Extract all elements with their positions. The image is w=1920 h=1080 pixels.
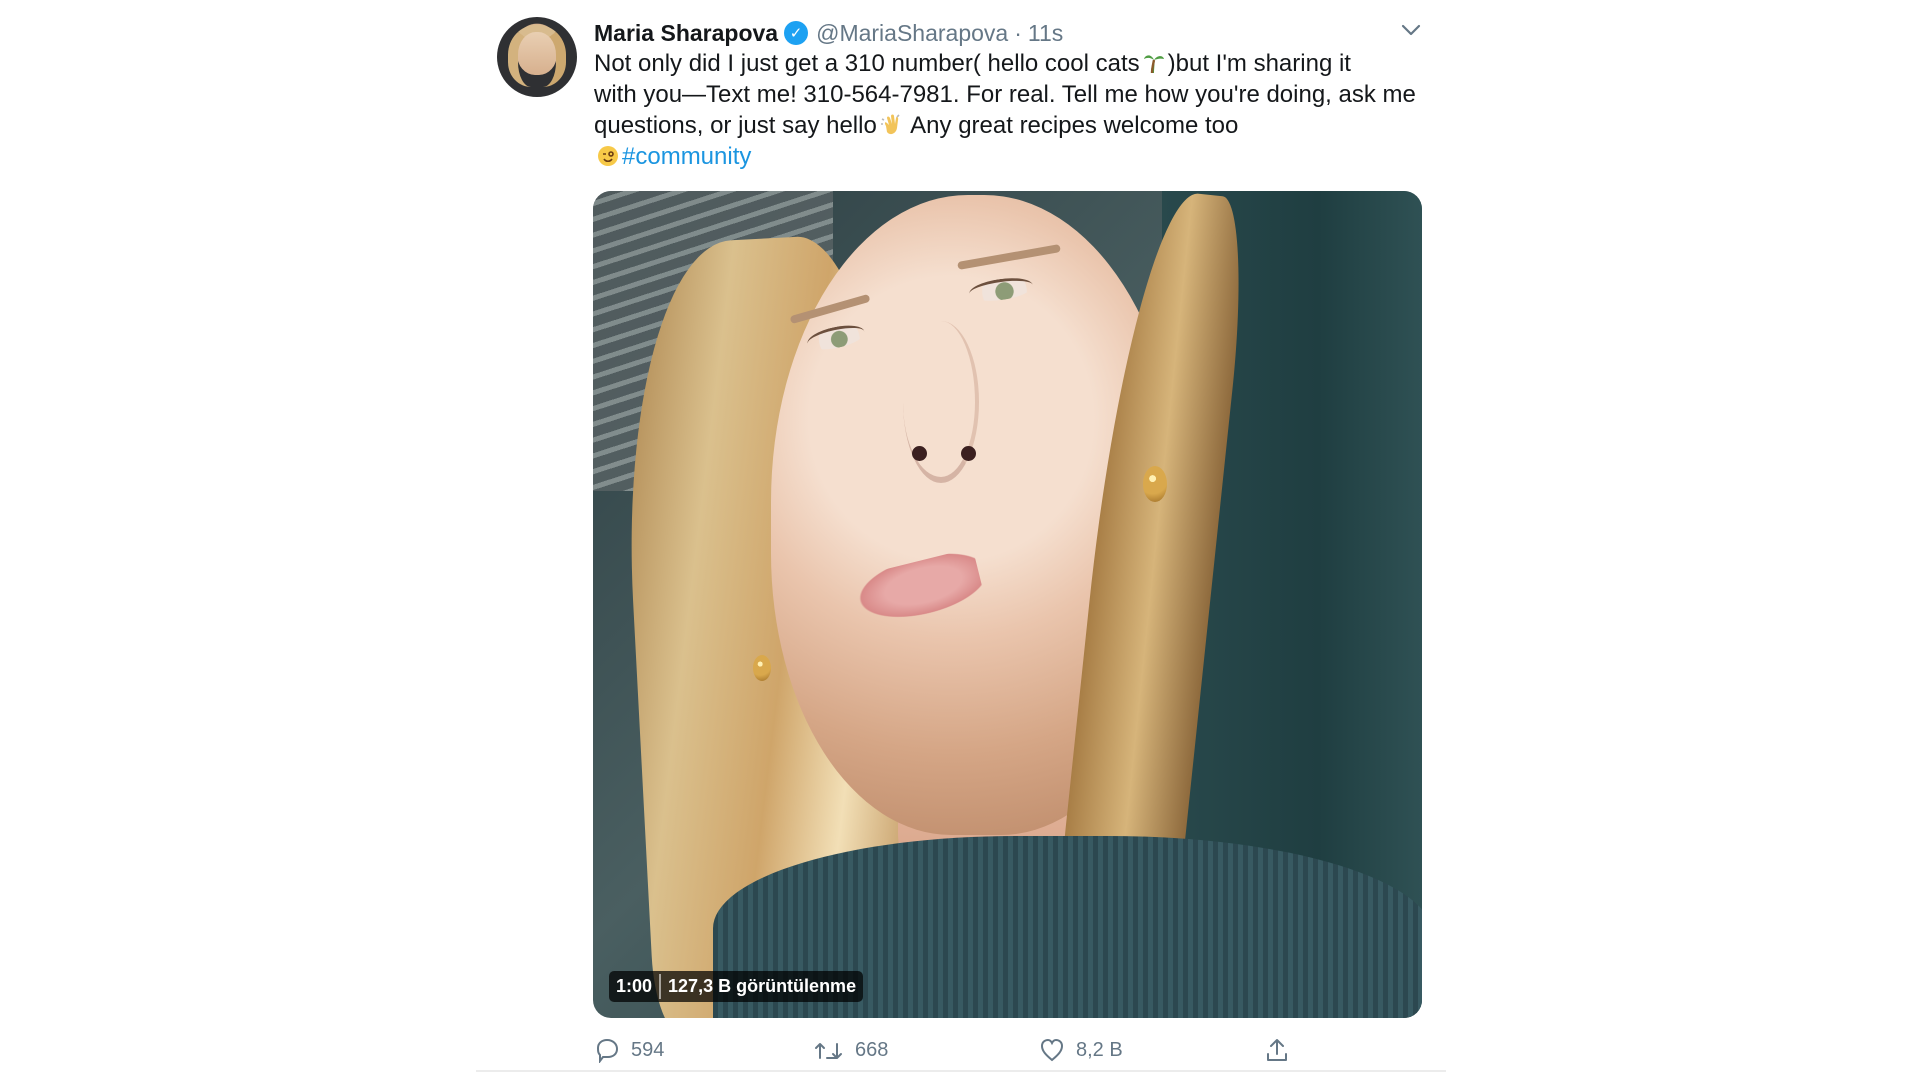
- video-duration: 1:00: [616, 976, 653, 996]
- tweet-actions: 594 668 8,2 B: [593, 1030, 1393, 1070]
- display-name[interactable]: Maria Sharapova: [594, 20, 778, 47]
- tweet-text-line: with you—Text me! 310-564-7981. For real…: [594, 81, 1416, 108]
- video-player[interactable]: [593, 191, 1422, 1018]
- palm-tree-emoji: [1143, 55, 1164, 74]
- chevron-down-icon[interactable]: [1398, 20, 1424, 40]
- winking-face-emoji: [598, 146, 618, 166]
- tweet-text-line: questions, or just say hello Any great r…: [594, 110, 1434, 141]
- tweet-text-segment: )but I'm sharing it: [1167, 50, 1351, 77]
- avatar[interactable]: [497, 17, 577, 97]
- nostril: [961, 446, 976, 461]
- video-views: 127,3 B görüntülenme: [668, 976, 857, 996]
- earring: [1143, 466, 1167, 502]
- dot-separator: ·: [1014, 19, 1022, 46]
- tweet-text-segment: questions, or just say hello: [594, 112, 877, 139]
- user-handle[interactable]: @MariaSharapova: [816, 20, 1008, 47]
- heart-icon[interactable]: [1038, 1037, 1066, 1063]
- tweet-text-line: Not only did I just get a 310 number( he…: [594, 48, 1434, 79]
- share-icon[interactable]: [1263, 1036, 1291, 1064]
- video-info-overlay: 1:00 127,3 B görüntülenme: [609, 971, 864, 1002]
- reply-icon[interactable]: [593, 1037, 621, 1063]
- tweet-time[interactable]: 11s: [1028, 20, 1063, 47]
- verified-check-icon: ✓: [784, 21, 809, 45]
- tweet-text-segment: Not only did I just get a 310 number( he…: [594, 50, 1140, 77]
- like-count: 8,2 B: [1076, 1038, 1123, 1061]
- reply-count: 594: [631, 1038, 665, 1061]
- tweet-text: Not only did I just get a 310 number( he…: [594, 48, 1434, 172]
- earring: [753, 655, 771, 681]
- reply-button[interactable]: 594: [593, 1037, 813, 1063]
- like-button[interactable]: 8,2 B: [1038, 1037, 1263, 1063]
- tweet-text-segment: Any great recipes welcome too: [904, 112, 1239, 139]
- hashtag-link[interactable]: #community: [622, 143, 751, 170]
- nostril: [912, 446, 927, 461]
- waving-hand-emoji: [880, 114, 900, 135]
- share-button[interactable]: [1263, 1036, 1291, 1064]
- retweet-count: 668: [855, 1038, 889, 1061]
- tweet-header: Maria Sharapova ✓ @MariaSharapova · 11s: [594, 16, 1063, 50]
- retweet-button[interactable]: 668: [813, 1037, 1038, 1063]
- retweet-icon[interactable]: [813, 1037, 845, 1063]
- tweet-divider: [476, 1070, 1446, 1072]
- tweet-text-line: #community: [594, 141, 1434, 172]
